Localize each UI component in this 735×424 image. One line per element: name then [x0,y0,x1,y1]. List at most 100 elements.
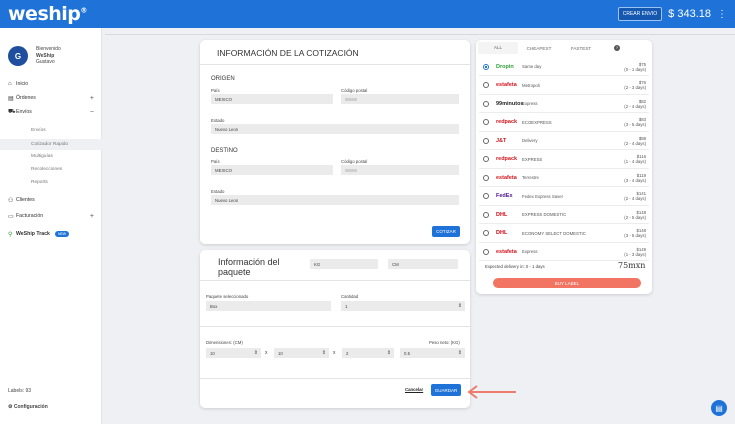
service-name: Express [522,249,538,254]
delivery-days: (1 - 3 days) [624,251,646,257]
destino-estado-field[interactable]: Nuevo Leon [211,195,459,205]
origen-estado-field[interactable]: Nuevo Leon [211,124,459,134]
sub-item-cotizador[interactable]: Cotizador Rapido [0,139,102,150]
stepper-icon[interactable]: ⇕ [458,303,462,309]
guardar-button[interactable]: GUARDAR [431,384,461,396]
weight-field[interactable]: 0.5 ⇕ [400,348,465,358]
sidebar-item-track[interactable]: ⚲ WeShip Track NEW [0,228,102,240]
cantidad-label: Cantidad [341,294,359,299]
stepper-icon[interactable]: ⇕ [254,350,258,356]
radio-button[interactable] [483,230,489,236]
nav-label: Envíos [16,109,32,115]
unit-kg-field[interactable]: KG [310,259,378,269]
destino-pais-field[interactable]: MEXICO [211,165,333,175]
rate-row[interactable]: 99minutos Express $82 (2 - 4 days) [479,95,649,113]
sidebar-item-configuracion[interactable]: ⚙ Configuración [8,404,48,410]
radio-button[interactable] [483,137,489,144]
avatar[interactable]: G [8,46,28,66]
cantidad-stepper[interactable]: 1 ⇕ [341,301,465,311]
times-sign: x [265,350,268,356]
radio-button[interactable] [483,174,489,181]
delivery-days: (2 - 4 days) [624,196,646,201]
rate-row[interactable]: Dropin Same day $75 (0 - 1 days) [479,58,649,76]
sidebar-item-inicio[interactable]: ⌂ Inicio [0,78,102,90]
rate-row[interactable]: redpack EXPRESS $116 (1 - 4 days) [479,150,649,169]
service-name: EXPRESS DOMESTIC [522,212,567,217]
tab-all[interactable]: ALL [478,42,518,54]
rate-row[interactable]: estafeta Express $149 (1 - 3 days) [479,243,649,261]
rate-row[interactable]: redpack ECOEXPRESS $83 (3 - 5 days) [479,113,649,132]
weship-logo[interactable]: weship® [8,3,87,25]
paquete-select[interactable]: Box [206,301,331,311]
cotizar-button[interactable]: COTIZAR [432,226,460,237]
rate-row[interactable]: DHL EXPRESS DOMESTIC $148 (2 - 5 days) [479,206,649,224]
sidebar-item-ordenes[interactable]: ▤ Órdenes + [0,92,102,104]
delivery-days: (3 - 5 days) [624,233,646,238]
chat-icon[interactable]: ▤ [711,400,727,416]
divider [200,378,470,379]
location-icon: ⚲ [8,231,13,238]
expand-icon[interactable]: + [90,213,94,220]
rate-row[interactable]: estafeta Terrestre $119 (3 - 4 days) [479,169,649,187]
origen-pais-field[interactable]: MEXICO [211,94,333,104]
dim-height-field[interactable]: 2 ⇕ [342,348,394,358]
weight-value: 0.5 [404,350,410,356]
tab-fastest[interactable]: FASTEST [560,46,602,51]
divider [200,280,470,281]
nav-label: Inicio [16,81,29,87]
sub-item-recolecciones[interactable]: Recolecciones [31,167,62,172]
sidebar-item-facturacion[interactable]: ▭ Facturación + [0,210,102,222]
help-icon[interactable]: ? [602,45,632,51]
unit-cm-field[interactable]: CM [388,259,458,269]
radio-button[interactable] [483,156,489,162]
stepper-icon[interactable]: ⇕ [458,350,462,356]
radio-button[interactable] [483,82,489,88]
blurred-value [345,168,357,172]
nav-label: Clientes [16,197,35,203]
dim-width-value: 10 [278,350,283,356]
radio-button[interactable] [483,248,489,255]
dim-length-field[interactable]: 10 ⇕ [206,348,261,358]
origen-pais-label: País [211,88,220,93]
origen-cp-field[interactable] [341,94,459,104]
service-name: Express [522,101,538,106]
sub-item-multiguias[interactable]: Multiguías [31,154,53,159]
radio-button[interactable] [483,63,489,70]
truck-icon: ⛟ [8,109,16,115]
rates-tabs: ALL CHEAPEST FASTEST ? [478,41,650,55]
dim-width-field[interactable]: 10 ⇕ [274,348,329,358]
stepper-icon[interactable]: ⇕ [322,350,326,356]
buy-label-button[interactable]: BUY LABEL [493,278,641,288]
collapse-icon[interactable]: − [90,109,94,116]
rate-row[interactable]: J&T Delivery $88 (2 - 4 days) [479,132,649,150]
sub-item-envios[interactable]: Envíos [31,128,46,133]
radio-button[interactable] [483,193,489,199]
crear-envio-button[interactable]: CREAR ENVIO [617,7,663,21]
destino-cp-field[interactable] [341,165,459,175]
tab-cheapest[interactable]: CHEAPEST [518,46,560,51]
carrier-logo: estafeta [496,174,517,181]
stepper-icon[interactable]: ⇕ [387,350,391,356]
balance-amount: $ 343.18 [668,8,711,20]
destino-heading: DESTINO [211,148,238,154]
expand-icon[interactable]: + [90,95,94,102]
service-name: Delivery [522,138,538,143]
sidebar-item-clientes[interactable]: ⚇ Clientes [0,194,102,206]
service-name: Fedex Express Saver [522,193,564,199]
sub-item-reports[interactable]: Reports [31,180,48,185]
carrier-logo: DHL [496,211,508,218]
rate-row[interactable]: DHL ECONOMY SELECT DOMESTIC $148 (3 - 5 day… [479,224,649,243]
times-sign: x [333,350,336,356]
divider [105,34,735,35]
delivery-days: (2 - 3 days) [624,85,646,90]
more-menu-icon[interactable]: ⋮ [717,9,727,20]
radio-button[interactable] [483,211,489,218]
rate-row[interactable]: estafeta Metropoli $76 (2 - 3 days) [479,76,649,95]
cancel-link[interactable]: Cancelar [405,387,423,392]
sidebar-item-envios[interactable]: ⛟ Envíos − [0,106,102,118]
rate-row[interactable]: FedEx Fedex Express Saver $141 (2 - 4 days) [479,187,649,206]
rate-price: $88 (2 - 4 days) [624,136,646,146]
radio-button[interactable] [483,119,489,125]
radio-button[interactable] [483,100,489,107]
rate-price: $119 (3 - 4 days) [624,173,646,183]
